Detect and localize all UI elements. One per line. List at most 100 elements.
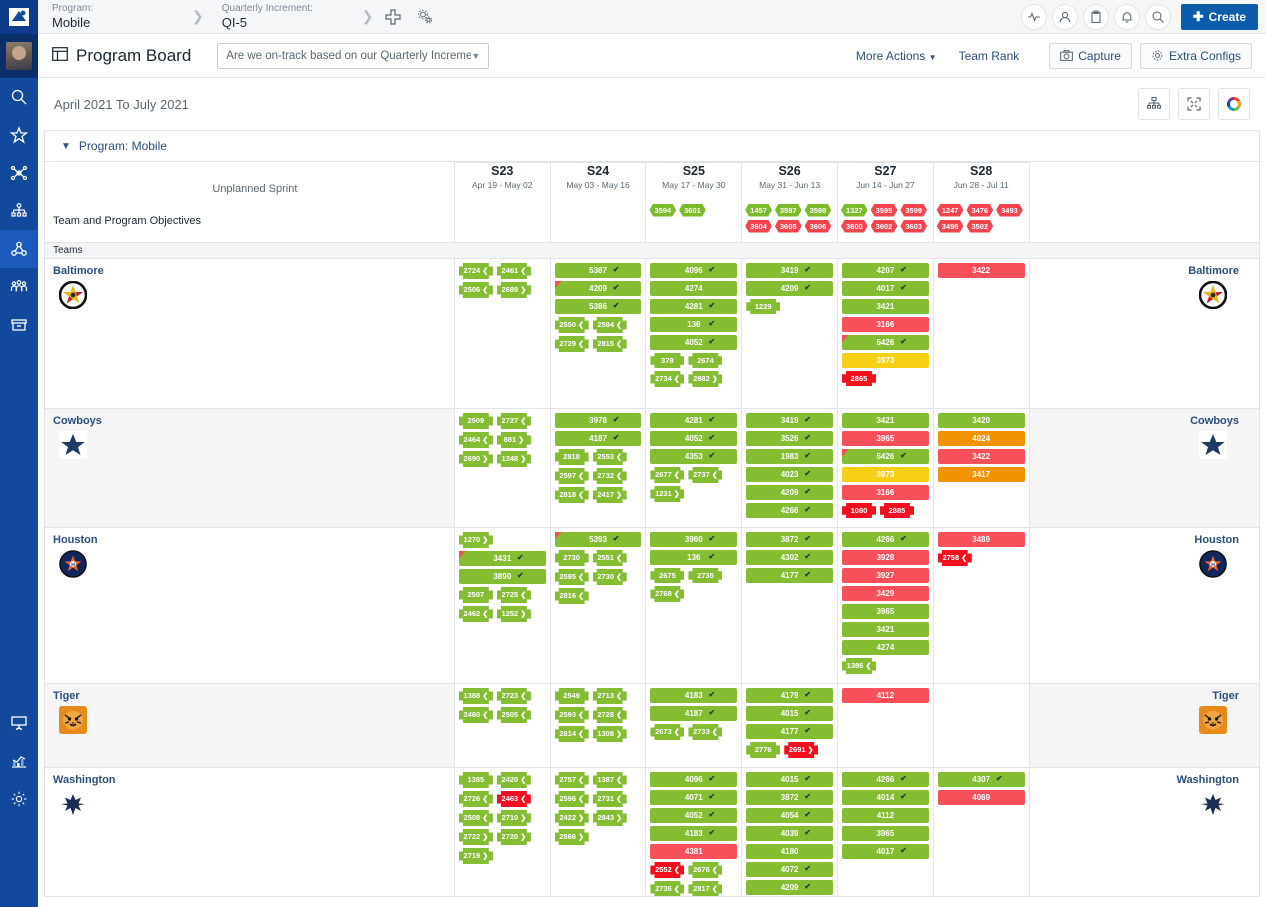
- feature-chip[interactable]: 1308 ❯: [592, 726, 627, 742]
- objective-hex[interactable]: 3598: [804, 203, 832, 217]
- feature-chip[interactable]: 2758 ❮: [937, 550, 972, 566]
- feature-chip[interactable]: 2596 ❮: [554, 791, 589, 807]
- objective-hex[interactable]: 3493: [996, 203, 1023, 217]
- hierarchy-view-button[interactable]: [1138, 88, 1170, 120]
- team-unplanned-cell[interactable]: [212, 527, 455, 684]
- team-sprint-cell[interactable]: 3422: [932, 258, 1030, 409]
- work-item-card[interactable]: 3978 ✔: [554, 413, 642, 428]
- work-item-card[interactable]: 4183 ✔: [650, 688, 738, 703]
- objective-hex[interactable]: 3604: [745, 219, 772, 233]
- team-sprint-cell[interactable]: 5393 ✔ 2730 2551 ❮ 2595 ❮ 2730 ❮ 2816 ❮: [549, 527, 647, 684]
- feature-chip[interactable]: 2730 ❮: [592, 569, 627, 585]
- work-item-card[interactable]: 4096 ✔: [650, 263, 738, 278]
- feature-chip[interactable]: 2729 ❮: [554, 336, 589, 352]
- work-item-card[interactable]: 4112: [841, 688, 929, 703]
- team-name-cell-left[interactable]: Washington: [45, 767, 213, 896]
- work-item-card[interactable]: 3421: [841, 299, 929, 314]
- color-wheel-button[interactable]: [1218, 88, 1250, 120]
- work-item-card[interactable]: 4179 ✔: [746, 688, 833, 703]
- breadcrumb-program[interactable]: Program: Mobile: [38, 3, 188, 30]
- sprint-header-s23[interactable]: S23 Apr 19 - May 02: [453, 162, 551, 201]
- team-sprint-cell[interactable]: 2724 ❮ 2461 ❮ 2506 ❮ 2689 ❯: [453, 258, 551, 409]
- work-item-card[interactable]: 4266 ✔: [841, 532, 929, 547]
- work-item-card[interactable]: 4072 ✔: [746, 862, 833, 877]
- feature-chip[interactable]: 2674: [688, 353, 723, 368]
- feature-chip[interactable]: 1270 ❯: [458, 532, 493, 548]
- objectives-cell-s26[interactable]: 1457 3597 3598 3604 3605 3606: [741, 200, 838, 243]
- work-item-card[interactable]: 4112: [841, 808, 929, 823]
- team-sprint-cell[interactable]: 3421 3965 5426 ✔ 3973 3166 1080 2885: [836, 408, 934, 528]
- work-item-card[interactable]: 4209 ✔: [746, 281, 833, 296]
- feature-chip[interactable]: 2757 ❮: [554, 772, 589, 788]
- presentation-icon[interactable]: [0, 704, 38, 742]
- objective-hex[interactable]: 3605: [774, 219, 802, 233]
- objective-hex[interactable]: 3476: [966, 203, 994, 217]
- work-item-card[interactable]: 4017 ✔: [841, 844, 929, 859]
- feature-chip[interactable]: 2597 ❮: [554, 468, 589, 484]
- work-item-card[interactable]: 4266 ✔: [746, 503, 833, 518]
- feature-chip[interactable]: 2552 ❮: [650, 862, 685, 878]
- objective-hex[interactable]: 3498: [936, 219, 964, 233]
- feature-chip[interactable]: 1385: [458, 772, 493, 788]
- work-item-card[interactable]: 3422: [937, 449, 1025, 464]
- feature-chip[interactable]: 2735: [688, 568, 723, 583]
- feature-chip[interactable]: 1080: [841, 503, 876, 518]
- work-item-card[interactable]: 3166: [841, 317, 929, 332]
- feature-chip[interactable]: 2509: [458, 413, 493, 429]
- objective-hex[interactable]: 3502: [966, 219, 994, 233]
- work-item-card[interactable]: 4307 ✔: [937, 772, 1025, 787]
- team-sprint-cell[interactable]: 4112: [836, 683, 934, 768]
- feature-chip[interactable]: 2677 ❮: [650, 467, 685, 483]
- feature-chip[interactable]: 2505 ❮: [496, 707, 531, 723]
- work-item-card[interactable]: 4266 ✔: [841, 772, 929, 787]
- feature-chip[interactable]: 2594 ❮: [592, 317, 627, 333]
- work-item-card[interactable]: 5426 ✔: [841, 449, 929, 464]
- app-logo[interactable]: [0, 0, 38, 34]
- feature-chip[interactable]: 2885: [879, 503, 914, 518]
- team-sprint-cell[interactable]: 1385 2420 ❮ 2726 ❮ 2463 ❮ 2508 ❮ 2710 ❯ 2722 ❯…: [453, 767, 551, 896]
- objective-hex[interactable]: 1457: [745, 203, 772, 217]
- archive-icon[interactable]: [0, 306, 38, 344]
- team-sprint-cell[interactable]: 4281 ✔ 4052 ✔ 4353 ✔ 2677 ❮ 2737 ❮ 1231 ❯: [645, 408, 743, 528]
- team-icon[interactable]: [0, 268, 38, 306]
- bell-icon[interactable]: [1113, 3, 1140, 30]
- view-select[interactable]: Are we on-track based on our Quarterly I…: [217, 42, 490, 69]
- team-sprint-cell[interactable]: 4183 ✔ 4187 ✔ 2673 ❮ 2733 ❮: [645, 683, 743, 768]
- feature-chip[interactable]: 2689 ❯: [496, 282, 531, 298]
- feature-chip[interactable]: 2595 ❮: [554, 569, 589, 585]
- team-name-cell-right[interactable]: Baltimore: [1029, 258, 1259, 409]
- feature-chip[interactable]: 2460 ❮: [458, 707, 493, 723]
- work-item-card[interactable]: 4177 ✔: [746, 568, 833, 583]
- feature-chip[interactable]: 2710 ❯: [496, 810, 531, 826]
- work-item-card[interactable]: 3928: [841, 550, 929, 565]
- work-item-card[interactable]: 4052 ✔: [650, 808, 738, 823]
- work-item-card[interactable]: 3420: [937, 413, 1025, 428]
- work-item-card[interactable]: 4177 ✔: [746, 724, 833, 739]
- team-sprint-cell[interactable]: [932, 683, 1030, 768]
- team-sprint-cell[interactable]: 5387 ✔ 4209 ✔ 5386 ✔ 2550 ❮ 2594 ❮ 2729 ❮ 2815 ❮: [549, 258, 647, 409]
- feature-chip[interactable]: 1248 ❯: [496, 451, 531, 467]
- avatar[interactable]: [0, 34, 38, 78]
- feature-chip[interactable]: 2768 ❮: [650, 586, 685, 602]
- work-item-card[interactable]: 3419 ✔: [746, 413, 833, 428]
- plus-icon[interactable]: [382, 6, 404, 28]
- feature-chip[interactable]: 2865: [841, 371, 876, 386]
- feature-chip[interactable]: 2726 ❮: [458, 791, 493, 807]
- work-item-card[interactable]: 4052 ✔: [650, 335, 738, 350]
- team-sprint-cell[interactable]: 4179 ✔ 4015 ✔ 4177 ✔ 2776 2691 ❯: [741, 683, 838, 768]
- team-name-cell-left[interactable]: Cowboys: [45, 408, 213, 528]
- feature-chip[interactable]: 2550 ❮: [554, 317, 589, 333]
- work-item-card[interactable]: 3421: [841, 622, 929, 637]
- feature-chip[interactable]: 2724 ❮: [458, 263, 493, 279]
- feature-chip[interactable]: 2727 ❮: [496, 413, 531, 429]
- work-item-card[interactable]: 3965: [841, 826, 929, 841]
- feature-chip[interactable]: 881 ❯: [496, 432, 531, 448]
- work-item-card[interactable]: 3872 ✔: [746, 532, 833, 547]
- work-item-card[interactable]: 3419 ✔: [746, 263, 833, 278]
- work-item-card[interactable]: 4187 ✔: [650, 706, 738, 721]
- objective-hex[interactable]: 3594: [649, 203, 677, 217]
- work-item-card[interactable]: 3489: [937, 532, 1025, 547]
- team-sprint-cell[interactable]: 4266 ✔ 3928 3927 3429 3965 3421 4274 1386 ❮: [836, 527, 934, 684]
- feature-chip[interactable]: 2690 ❯: [458, 451, 493, 467]
- work-item-card[interactable]: 4187 ✔: [554, 431, 642, 446]
